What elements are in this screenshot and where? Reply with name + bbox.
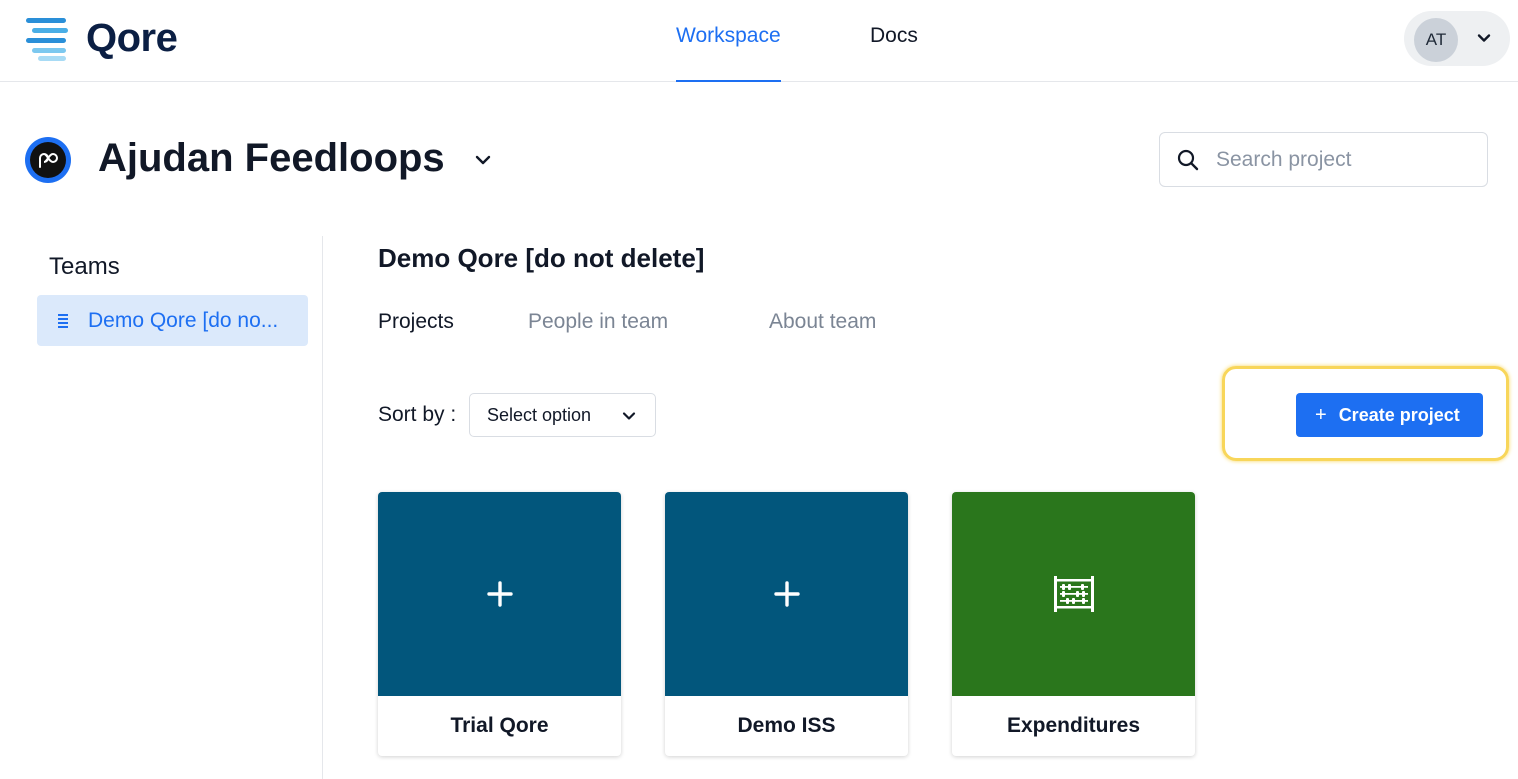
abacus-icon <box>1053 576 1094 612</box>
search-box[interactable] <box>1159 132 1488 187</box>
plus-icon: + <box>1315 403 1327 426</box>
app-name: Qore <box>86 15 178 60</box>
project-name: Trial Qore <box>450 714 549 737</box>
nav-tab-workspace[interactable]: Workspace <box>676 24 781 82</box>
project-card-expenditures[interactable]: Expenditures <box>952 492 1195 756</box>
project-card-trial-qore[interactable]: Trial Qore <box>378 492 621 756</box>
project-card-demo-iss[interactable]: Demo ISS <box>665 492 908 756</box>
search-icon <box>1177 149 1199 171</box>
create-project-label: Create project <box>1338 404 1460 425</box>
create-project-button[interactable]: + Create project <box>1296 393 1483 437</box>
org-name: Ajudan Feedloops <box>98 136 445 180</box>
qore-logo-icon <box>26 16 70 61</box>
list-icon <box>58 313 68 328</box>
sort-select-value: Select option <box>487 405 592 425</box>
qore-logo[interactable]: Qore <box>26 15 178 61</box>
project-name: Demo ISS <box>737 714 836 737</box>
project-name: Expenditures <box>1006 714 1141 737</box>
search-input[interactable] <box>1216 143 1476 177</box>
chevron-down-icon <box>622 412 636 420</box>
tab-people-in-team[interactable]: People in team <box>528 310 668 334</box>
sidebar-item-label: Demo Qore [do no... <box>88 308 279 332</box>
org-logo <box>25 137 71 183</box>
sidebar-divider <box>322 236 323 779</box>
org-switch-chevron-icon[interactable] <box>473 150 493 170</box>
chevron-down-icon[interactable] <box>1475 29 1493 47</box>
tab-projects[interactable]: Projects <box>378 310 454 334</box>
project-cover[interactable] <box>378 492 621 696</box>
user-menu[interactable]: AT <box>1404 11 1510 66</box>
project-cover[interactable] <box>665 492 908 696</box>
tab-about-team[interactable]: About team <box>769 310 876 334</box>
plus-icon <box>486 581 513 607</box>
top-navbar: Qore Workspace Docs AT <box>0 0 1518 82</box>
avatar[interactable]: AT <box>1414 18 1458 62</box>
sort-label: Sort by : <box>378 403 457 426</box>
team-title: Demo Qore [do not delete] <box>378 243 705 273</box>
sidebar-item-demo-qore[interactable]: Demo Qore [do no... <box>37 295 308 346</box>
plus-icon <box>773 581 800 607</box>
sidebar-title: Teams <box>49 253 120 280</box>
nav-tab-docs[interactable]: Docs <box>870 24 918 82</box>
sort-select[interactable]: Select option <box>469 393 656 437</box>
project-cover[interactable] <box>952 492 1195 696</box>
infinity-icon <box>39 152 58 168</box>
